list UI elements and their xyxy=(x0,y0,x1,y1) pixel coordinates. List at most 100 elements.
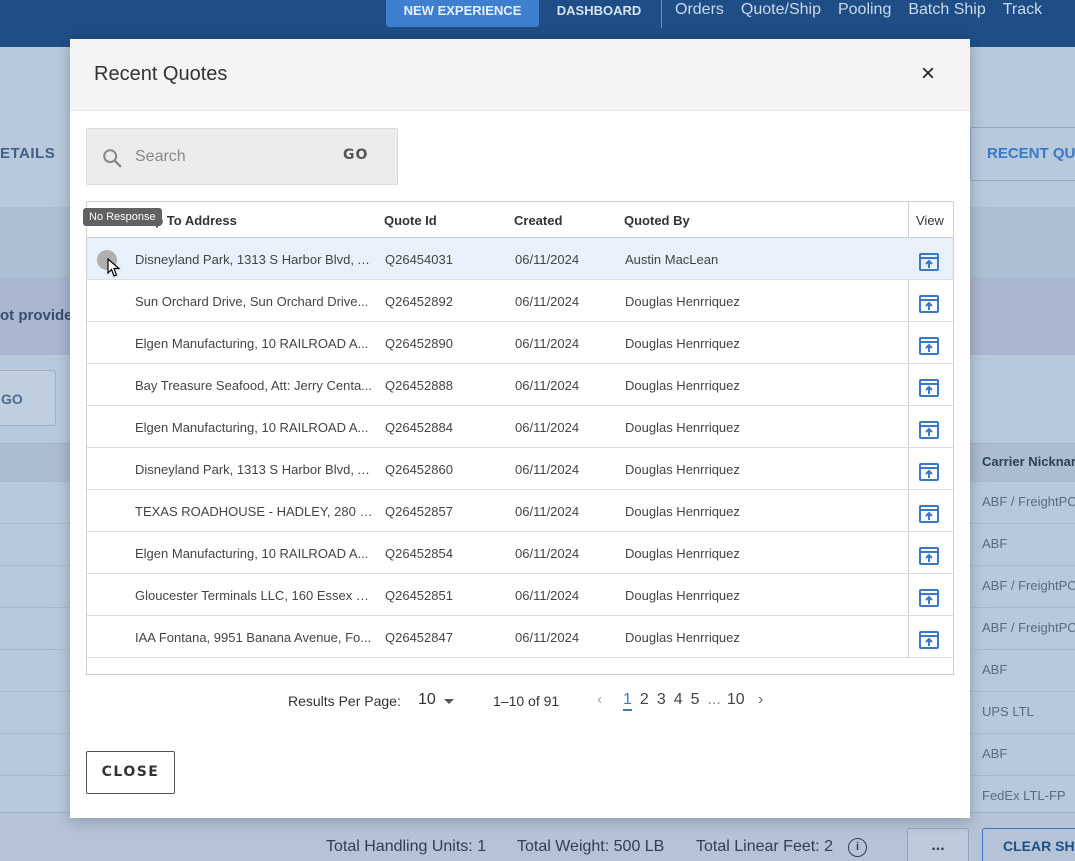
open-quote-icon[interactable] xyxy=(919,379,939,397)
background-recent-quotes-button: RECENT QUO xyxy=(970,127,1075,181)
ship-to-address-cell: Disneyland Park, 1313 S Harbor Blvd, A..… xyxy=(135,462,375,477)
results-range: 1–10 of 91 xyxy=(493,693,560,709)
status-tooltip: No Response xyxy=(83,208,162,226)
open-quote-icon[interactable] xyxy=(919,505,939,523)
open-quote-icon[interactable] xyxy=(919,589,939,607)
recent-quotes-modal: Recent Quotes × GO Ship To Address Quote… xyxy=(70,39,970,818)
results-per-page-select[interactable]: 10 xyxy=(418,691,436,709)
total-linear-feet: Total Linear Feet: 2 xyxy=(696,838,833,855)
quote-id-cell: Q26452857 xyxy=(385,504,453,519)
table-row[interactable]: TEXAS ROADHOUSE - HADLEY, 280 R... Q26452… xyxy=(87,490,953,532)
table-row[interactable]: Elgen Manufacturing, 10 RAILROAD A... Q26… xyxy=(87,406,953,448)
created-cell: 06/11/2024 xyxy=(515,546,580,561)
quoted-by-cell: Douglas Henrriquez xyxy=(625,294,740,309)
created-cell: 06/11/2024 xyxy=(515,420,580,435)
table-row[interactable]: Gloucester Terminals LLC, 160 Essex Str.… xyxy=(87,574,953,616)
column-header-created[interactable]: Created xyxy=(514,213,562,228)
table-header: Ship To Address Quote Id Created Quoted … xyxy=(87,202,953,238)
table-row[interactable]: Disneyland Park, 1313 S Harbor Blvd, A..… xyxy=(87,448,953,490)
page-5[interactable]: 5 xyxy=(691,691,700,711)
chevron-left-icon[interactable]: ‹ xyxy=(597,691,602,709)
nav-link-track[interactable]: Track xyxy=(1003,0,1042,22)
ship-to-address-cell: Gloucester Terminals LLC, 160 Essex Str.… xyxy=(135,588,375,603)
chevron-down-icon[interactable] xyxy=(444,699,454,704)
open-quote-icon[interactable] xyxy=(919,337,939,355)
info-icon: i xyxy=(848,838,867,857)
search-input[interactable] xyxy=(135,141,305,173)
close-button[interactable]: CLOSE xyxy=(86,751,175,794)
nav-link-pooling[interactable]: Pooling xyxy=(838,0,891,22)
quoted-by-cell: Douglas Henrriquez xyxy=(625,336,740,351)
ship-to-address-cell: IAA Fontana, 9951 Banana Avenue, Fo... xyxy=(135,630,372,645)
open-quote-icon[interactable] xyxy=(919,421,939,439)
created-cell: 06/11/2024 xyxy=(515,294,580,309)
nav-divider xyxy=(661,0,662,28)
background-carrier-cell: UPS LTL xyxy=(982,704,1034,719)
search-icon xyxy=(103,149,122,168)
open-quote-icon[interactable] xyxy=(919,463,939,481)
ship-to-address-cell: Elgen Manufacturing, 10 RAILROAD A... xyxy=(135,420,369,435)
open-quote-icon[interactable] xyxy=(919,631,939,649)
quote-id-cell: Q26452851 xyxy=(385,588,453,603)
total-handling-units: Total Handling Units: 1 xyxy=(326,838,487,855)
quoted-by-cell: Douglas Henrriquez xyxy=(625,588,740,603)
page-numbers: 1 2 3 4 5 ... 10 xyxy=(623,691,753,711)
created-cell: 06/11/2024 xyxy=(515,504,580,519)
column-header-view: View xyxy=(916,213,944,228)
table-row[interactable]: Elgen Manufacturing, 10 RAILROAD A... Q26… xyxy=(87,532,953,574)
page-2[interactable]: 2 xyxy=(640,691,649,711)
column-header-quote-id[interactable]: Quote Id xyxy=(384,213,437,228)
background-carrier-header: Carrier Nicknar xyxy=(982,454,1075,469)
ship-to-address-cell: Elgen Manufacturing, 10 RAILROAD A... xyxy=(135,546,369,561)
nav-link-orders[interactable]: Orders xyxy=(675,0,724,22)
page-1[interactable]: 1 xyxy=(623,691,632,711)
search-go-button[interactable]: GO xyxy=(343,147,368,163)
page-ellipsis: ... xyxy=(707,691,721,708)
created-cell: 06/11/2024 xyxy=(515,336,580,351)
background-carrier-cell: ABF / FreightPC xyxy=(982,578,1075,593)
dashboard-button[interactable]: DASHBOARD xyxy=(540,0,658,22)
more-options-button: ... xyxy=(907,828,969,861)
table-row[interactable]: IAA Fontana, 9951 Banana Avenue, Fo... Q2… xyxy=(87,616,953,658)
quoted-by-cell: Douglas Henrriquez xyxy=(625,462,740,477)
table-row[interactable]: Elgen Manufacturing, 10 RAILROAD A... Q26… xyxy=(87,322,953,364)
quote-id-cell: Q26454031 xyxy=(385,252,453,267)
nav-links: Orders Quote/Ship Pooling Batch Ship Tra… xyxy=(675,0,1059,22)
quoted-by-cell: Austin MacLean xyxy=(625,252,719,267)
page-10[interactable]: 10 xyxy=(727,691,745,711)
nav-link-batch-ship[interactable]: Batch Ship xyxy=(908,0,985,22)
quotes-table: Ship To Address Quote Id Created Quoted … xyxy=(83,201,954,675)
close-icon[interactable]: × xyxy=(916,62,940,87)
table-row[interactable]: No Response Disneyland Park, 1313 S Harbo… xyxy=(83,208,953,280)
background-carrier-cell: ABF xyxy=(982,746,1008,761)
new-experience-button[interactable]: NEW EXPERIENCE xyxy=(386,0,539,27)
table-row[interactable]: Bay Treasure Seafood, Att: Jerry Centa..… xyxy=(87,364,953,406)
chevron-right-icon[interactable]: › xyxy=(758,691,763,709)
created-cell: 06/11/2024 xyxy=(515,252,580,267)
page-4[interactable]: 4 xyxy=(674,691,683,711)
created-cell: 06/11/2024 xyxy=(515,630,580,645)
table-row[interactable]: Sun Orchard Drive, Sun Orchard Drive... Q… xyxy=(87,280,953,322)
created-cell: 06/11/2024 xyxy=(515,378,580,393)
nav-link-quote-ship[interactable]: Quote/Ship xyxy=(741,0,821,22)
page-3[interactable]: 3 xyxy=(657,691,666,711)
quote-id-cell: Q26452888 xyxy=(385,378,453,393)
quote-id-cell: Q26452892 xyxy=(385,294,453,309)
background-details-tab: ETAILS xyxy=(0,145,56,162)
ship-to-address-cell: Bay Treasure Seafood, Att: Jerry Centa..… xyxy=(135,378,373,393)
quoted-by-cell: Douglas Henrriquez xyxy=(625,420,740,435)
background-carrier-cell: ABF xyxy=(982,662,1008,677)
ship-to-address-cell: TEXAS ROADHOUSE - HADLEY, 280 R... xyxy=(135,504,375,519)
quote-id-cell: Q26452860 xyxy=(385,462,453,477)
modal-header: Recent Quotes × xyxy=(70,39,970,111)
modal-title: Recent Quotes xyxy=(94,63,228,85)
quote-id-cell: Q26452884 xyxy=(385,420,453,435)
ship-to-address-cell: Disneyland Park, 1313 S Harbor Blvd, A..… xyxy=(135,252,375,267)
open-quote-icon[interactable] xyxy=(919,547,939,565)
quote-id-cell: Q26452854 xyxy=(385,546,453,561)
open-quote-icon[interactable] xyxy=(919,253,939,271)
column-header-quoted-by[interactable]: Quoted By xyxy=(624,213,690,228)
open-quote-icon[interactable] xyxy=(919,295,939,313)
total-weight: Total Weight: 500 LB xyxy=(517,838,665,855)
ship-to-address-cell: Elgen Manufacturing, 10 RAILROAD A... xyxy=(135,336,369,351)
